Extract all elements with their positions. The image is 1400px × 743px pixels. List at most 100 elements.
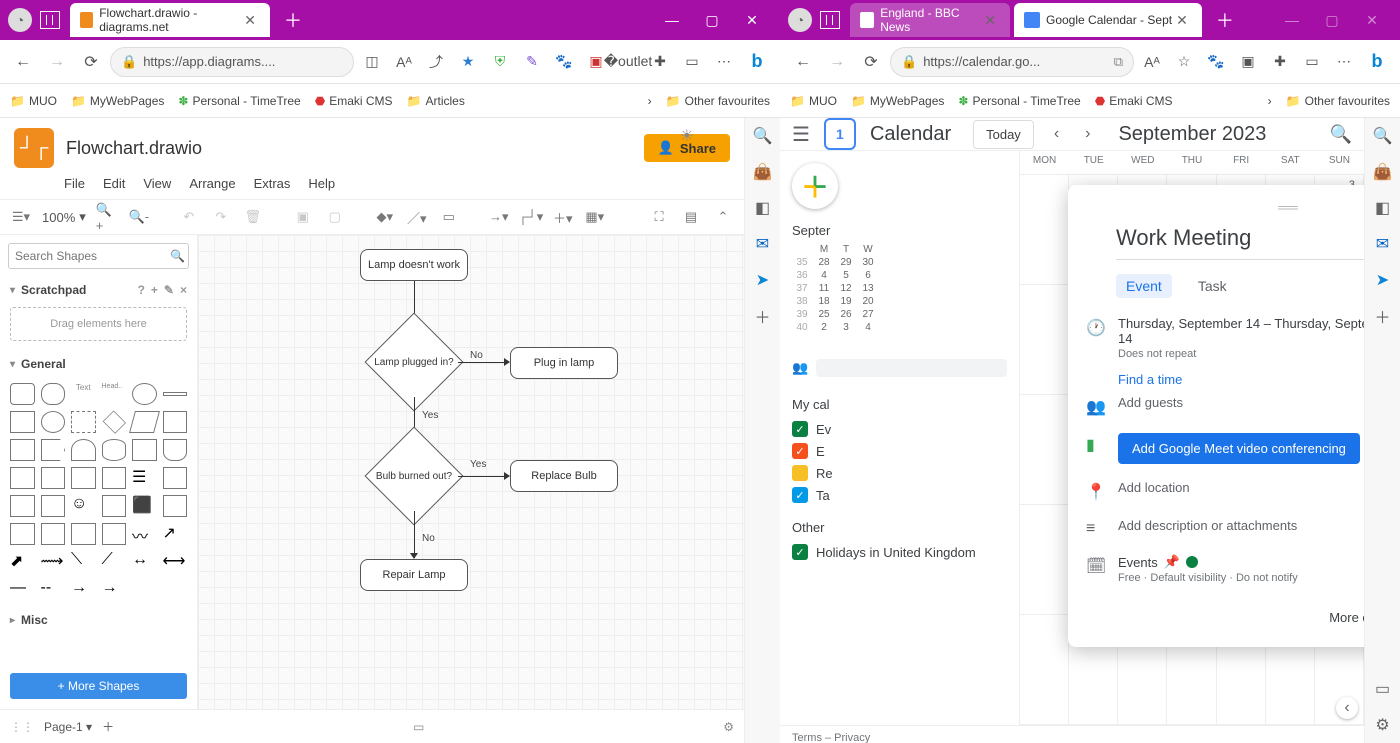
theme-icon[interactable]: ☀ (680, 126, 694, 146)
shape[interactable] (71, 523, 96, 545)
close-window-button[interactable]: ✕ (1352, 5, 1392, 35)
shape[interactable] (41, 439, 66, 461)
profile-avatar[interactable]: ◔ (788, 8, 812, 32)
scratchpad-header[interactable]: ▾Scratchpad ?+✎× (0, 277, 197, 303)
shape[interactable]: ⟿ (41, 551, 66, 573)
url-field[interactable]: 🔒 https://calendar.go... ⧉ (890, 47, 1134, 77)
close-icon[interactable]: ✕ (980, 12, 1000, 29)
edge[interactable] (458, 362, 506, 363)
node-decision-bulb[interactable]: Bulb burned out? (369, 441, 459, 511)
shape[interactable]: ⬈ (10, 551, 35, 573)
shadow-icon[interactable]: ▭ (438, 206, 460, 228)
shape[interactable]: ⟷ (163, 551, 188, 573)
expand-arrow-icon[interactable]: ‹ (1336, 697, 1358, 719)
node-repair[interactable]: Repair Lamp (360, 559, 468, 591)
help-icon[interactable]: ? (138, 283, 145, 297)
canvas[interactable]: Lamp doesn't work Lamp plugged in? No Pl… (198, 235, 744, 709)
calendar-item[interactable]: ✓Holidays in United Kingdom (792, 541, 1007, 563)
shape[interactable]: ☺ (71, 495, 96, 517)
fill-icon[interactable]: ◆▾ (374, 206, 396, 228)
split-icon[interactable]: ◫ (358, 48, 386, 76)
edge[interactable] (458, 476, 506, 477)
add-location-button[interactable]: Add location (1118, 480, 1364, 495)
today-button[interactable]: Today (973, 120, 1034, 149)
collections-icon[interactable]: ✚ (646, 48, 674, 76)
open-new-icon[interactable]: ⧉ (1114, 54, 1123, 70)
search-icon[interactable]: 🔍 (1373, 126, 1393, 146)
extensions-icon[interactable]: ✚ (1266, 48, 1294, 76)
shopping-icon[interactable]: 👜 (753, 162, 773, 182)
shape[interactable] (102, 439, 127, 461)
shape[interactable]: Text (71, 383, 96, 405)
calendar-item[interactable]: ✓E (792, 440, 1007, 462)
maximize-button[interactable]: ▢ (1312, 5, 1352, 35)
node-plug-in[interactable]: Plug in lamp (510, 347, 618, 379)
enter-address-icon[interactable]: ⤴ (422, 48, 450, 76)
more-shapes-button[interactable]: + More Shapes (10, 673, 187, 699)
back-icon[interactable]: ▢ (324, 206, 346, 228)
shape[interactable] (71, 439, 96, 461)
general-header[interactable]: ▾General (0, 351, 197, 377)
new-tab-button[interactable]: ＋ (1206, 7, 1244, 33)
shape[interactable]: ― (10, 579, 35, 601)
shape[interactable] (10, 383, 35, 405)
next-month-icon[interactable]: › (1079, 125, 1096, 143)
zoom-in-icon[interactable]: 🔍+ (96, 206, 118, 228)
scratchpad-dropzone[interactable]: Drag elements here (10, 307, 187, 341)
workspaces-icon[interactable] (40, 11, 60, 29)
browser-tab-gcal[interactable]: Google Calendar - Sept ✕ (1014, 3, 1202, 37)
browser-tab-active[interactable]: Flowchart.drawio - diagrams.net ✕ (70, 3, 270, 37)
shape[interactable] (163, 495, 188, 517)
footer-links[interactable]: Terms – Privacy (792, 732, 870, 743)
shape[interactable]: ☰ (132, 467, 157, 489)
visibility-label[interactable]: Free · Default visibility · Do not notif… (1118, 572, 1364, 584)
shape[interactable]: ⬛ (132, 495, 157, 517)
search-icon[interactable]: 🔍 (1330, 124, 1352, 145)
shape[interactable] (163, 411, 188, 433)
delete-icon[interactable]: 🗑 (242, 206, 264, 228)
other-calendars-header[interactable]: Other (792, 520, 1007, 535)
shape[interactable] (41, 523, 66, 545)
tab-task[interactable]: Task (1188, 274, 1237, 298)
shape[interactable] (10, 411, 35, 433)
refresh-button[interactable]: ⟳ (856, 47, 886, 77)
shape[interactable] (102, 467, 127, 489)
url-field[interactable]: 🔒 https://app.diagrams.... (110, 47, 354, 77)
outlook-icon[interactable]: ✉ (753, 234, 773, 254)
shape[interactable] (163, 439, 188, 461)
add-guests-button[interactable]: Add guests (1118, 395, 1364, 410)
drag-handle-icon[interactable]: ══ (1086, 199, 1364, 215)
close-icon[interactable]: ✕ (240, 12, 260, 29)
settings-icon[interactable]: ⚙ (1373, 715, 1393, 735)
add-page-button[interactable]: ＋ (102, 718, 114, 735)
node-start[interactable]: Lamp doesn't work (360, 249, 468, 281)
more-icon[interactable]: ⋯ (1330, 48, 1358, 76)
favorite-icon[interactable]: ★ (454, 48, 482, 76)
bookmark-articles[interactable]: 📁Articles (407, 94, 465, 108)
bookmark-muo[interactable]: 📁MUO (790, 94, 837, 108)
ext1-icon[interactable]: 🐾 (1202, 48, 1230, 76)
bookmark-overflow[interactable]: › (648, 94, 652, 108)
back-button[interactable]: ← (8, 47, 38, 77)
refresh-button[interactable]: ⟳ (76, 47, 106, 77)
menu-help[interactable]: Help (308, 176, 335, 191)
browser-tab-bbc[interactable]: England - BBC News ✕ (850, 3, 1010, 37)
shape[interactable] (163, 467, 188, 489)
menu-icon[interactable]: ☰ (792, 122, 810, 147)
settings-icon[interactable]: ⚙ (723, 720, 734, 734)
collapse-panel-icon[interactable]: ▭ (413, 720, 424, 734)
format-panel-icon[interactable]: ▤ (680, 206, 702, 228)
extensions-icon[interactable]: �outlet (614, 48, 642, 76)
other-favourites[interactable]: 📁Other favourites (1286, 94, 1390, 108)
sidebar-toggle[interactable]: ☰▾ (10, 206, 32, 228)
other-favourites[interactable]: 📁Other favourites (666, 94, 770, 108)
connection-icon[interactable]: →▾ (488, 206, 510, 228)
bookmark-mywebpages[interactable]: 📁MyWebPages (851, 94, 944, 108)
shape[interactable]: ⟍ (71, 551, 96, 573)
pen-icon[interactable]: ✎ (518, 48, 546, 76)
shape[interactable] (163, 392, 188, 396)
search-shapes[interactable]: 🔍 (8, 243, 189, 269)
tools-icon[interactable]: ◧ (753, 198, 773, 218)
add-icon[interactable]: + (151, 283, 158, 297)
bookmark-muo[interactable]: 📁MUO (10, 94, 57, 108)
